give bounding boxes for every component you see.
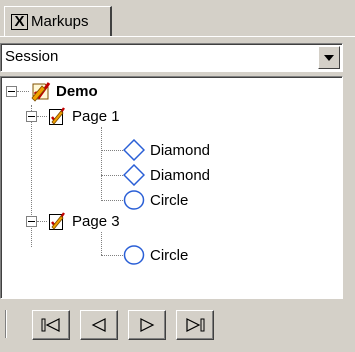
tree-node-diamond[interactable]: Diamond [123, 164, 211, 186]
tree-node-label: Circle [150, 246, 189, 264]
tab-markups[interactable]: X Markups [4, 6, 112, 36]
markups-panel: X Markups Session Demo Page 1 Diamond Di… [0, 0, 355, 352]
collapse-toggle[interactable] [26, 216, 37, 227]
page-icon [49, 212, 65, 230]
tree-node-label: Diamond [150, 166, 211, 184]
tree-connector [37, 116, 47, 117]
collapse-toggle[interactable] [26, 111, 37, 122]
tree-node-label: Circle [150, 191, 189, 209]
tree-node-label: Page 1 [72, 107, 120, 125]
navigation-bar [0, 304, 343, 344]
tree-node-circle[interactable]: Circle [123, 245, 188, 265]
next-icon [140, 318, 155, 332]
markup-tree[interactable]: Demo Page 1 Diamond Diamond Circle Page … [0, 76, 343, 299]
skip-first-icon [41, 318, 60, 332]
tree-node-label: Page 3 [72, 212, 120, 230]
circle-icon [123, 190, 145, 210]
session-select[interactable]: Session [0, 43, 343, 72]
tree-node-page[interactable]: Page 3 [47, 211, 120, 231]
page-icon [49, 107, 65, 125]
diamond-icon [123, 139, 145, 161]
toolbar-separator [5, 310, 7, 338]
skip-last-icon [186, 318, 205, 332]
circle-icon [123, 245, 145, 265]
chevron-down-icon[interactable] [318, 46, 340, 69]
tree-node-page[interactable]: Page 1 [47, 106, 120, 126]
tree-connector [37, 221, 47, 222]
tree-connector [101, 175, 123, 176]
tree-node-label: Diamond [150, 141, 211, 159]
tree-connector [101, 127, 102, 201]
session-select-value: Session [5, 48, 59, 65]
next-button[interactable] [128, 310, 166, 340]
tree-connector [17, 91, 29, 92]
first-button[interactable] [32, 310, 70, 340]
diamond-icon [123, 164, 145, 186]
last-button[interactable] [176, 310, 214, 340]
tree-node-diamond[interactable]: Diamond [123, 139, 211, 161]
previous-icon [91, 318, 106, 332]
tree-node-root[interactable]: Demo [29, 81, 98, 102]
tab-label: Markups [31, 13, 89, 30]
tree-connector [101, 150, 123, 151]
tree-connector [101, 232, 102, 255]
tree-node-circle[interactable]: Circle [123, 190, 188, 210]
tree-node-label: Demo [56, 82, 98, 100]
tree-connector [101, 200, 123, 201]
tab-divider [0, 36, 355, 37]
markup-document-icon [31, 82, 51, 102]
close-icon[interactable]: X [11, 13, 28, 30]
tree-connector [101, 255, 123, 256]
previous-button[interactable] [80, 310, 118, 340]
collapse-toggle[interactable] [6, 86, 17, 97]
